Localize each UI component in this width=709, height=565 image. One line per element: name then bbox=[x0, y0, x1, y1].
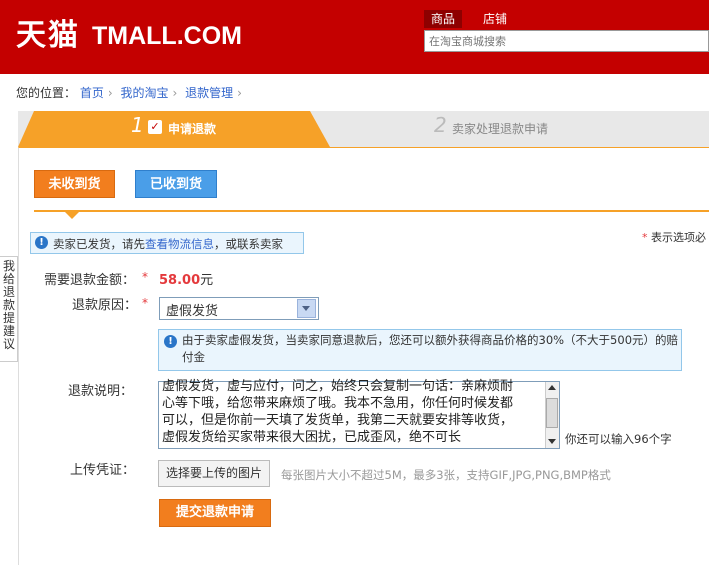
chevron-right-icon: › bbox=[172, 86, 178, 100]
breadcrumb: 您的位置： 首页 › 我的淘宝 › 退款管理 › bbox=[16, 84, 246, 101]
required-star: * bbox=[642, 231, 648, 244]
info-icon: ! bbox=[164, 335, 177, 348]
upload-image-button[interactable]: 选择要上传的图片 bbox=[158, 460, 270, 487]
required-note: * 表示选项必 bbox=[642, 231, 706, 244]
info-icon: ! bbox=[35, 236, 48, 249]
step-2-number: 2 bbox=[434, 113, 447, 137]
view-logistics-link[interactable]: 查看物流信息 bbox=[145, 237, 214, 251]
description-label: 退款说明： bbox=[68, 384, 134, 399]
tmall-logo[interactable]: 天猫 bbox=[16, 10, 80, 54]
tmall-cat-icon: ✓ bbox=[148, 120, 162, 134]
chevron-right-icon: › bbox=[237, 86, 242, 100]
tab-underline bbox=[34, 210, 709, 212]
required-star: * bbox=[142, 296, 148, 310]
search-tab-goods[interactable]: 商品 bbox=[424, 10, 462, 28]
tab-received[interactable]: 已收到货 bbox=[135, 170, 217, 198]
reason-info-text: 由于卖家虚假发货，当卖家同意退款后，您还可以额外获得商品价格的30%（不大于50… bbox=[182, 333, 679, 364]
upload-label: 上传凭证： bbox=[70, 463, 136, 478]
chevron-down-icon bbox=[302, 306, 310, 311]
search-input[interactable] bbox=[424, 30, 709, 52]
tab-not-received[interactable]: 未收到货 bbox=[34, 170, 115, 198]
breadcrumb-refund-manage[interactable]: 退款管理 bbox=[185, 86, 233, 100]
breadcrumb-my-taobao[interactable]: 我的淘宝 bbox=[121, 86, 169, 100]
tab-pointer-icon bbox=[64, 211, 80, 219]
reason-select-value[interactable]: 虚假发货 bbox=[166, 300, 218, 319]
step-1-label: 申请退款 bbox=[168, 122, 217, 136]
submit-refund-button[interactable]: 提交退款申请 bbox=[159, 499, 271, 527]
reason-label: 退款原因： bbox=[72, 298, 138, 313]
required-star: * bbox=[142, 270, 148, 284]
step-1-number: 1 bbox=[131, 113, 144, 137]
feedback-tab-label[interactable]: 我给退款提建议 bbox=[2, 260, 16, 351]
refund-amount: 58.00元 bbox=[159, 273, 214, 288]
tmall-logo-en[interactable]: TMALL.COM bbox=[92, 22, 242, 51]
breadcrumb-prefix: 您的位置： bbox=[16, 86, 77, 100]
scrollbar-thumb[interactable] bbox=[546, 398, 558, 428]
search-tab-shops[interactable]: 店铺 bbox=[476, 10, 514, 28]
shipping-notice-text: 卖家已发货，请先查看物流信息，或联系卖家 bbox=[53, 237, 283, 251]
description-text[interactable]: 虚假发货，虚与应付，问之，始终只会复制一句话：亲麻烦耐 心等下哦，给您带来麻烦了… bbox=[162, 378, 544, 446]
scroll-up-icon[interactable] bbox=[548, 385, 556, 390]
upload-hint: 每张图片大小不超过5M，最多3张，支持GIF,JPG,PNG,BMP格式 bbox=[281, 468, 611, 482]
chevron-right-icon: › bbox=[107, 86, 113, 100]
breadcrumb-home[interactable]: 首页 bbox=[80, 86, 104, 100]
amount-label: 需要退款金额： bbox=[44, 273, 136, 288]
scroll-down-icon[interactable] bbox=[548, 439, 556, 444]
step-2-label: 卖家处理退款申请 bbox=[452, 122, 549, 136]
char-count-hint: 你还可以输入96个字 bbox=[565, 432, 672, 446]
